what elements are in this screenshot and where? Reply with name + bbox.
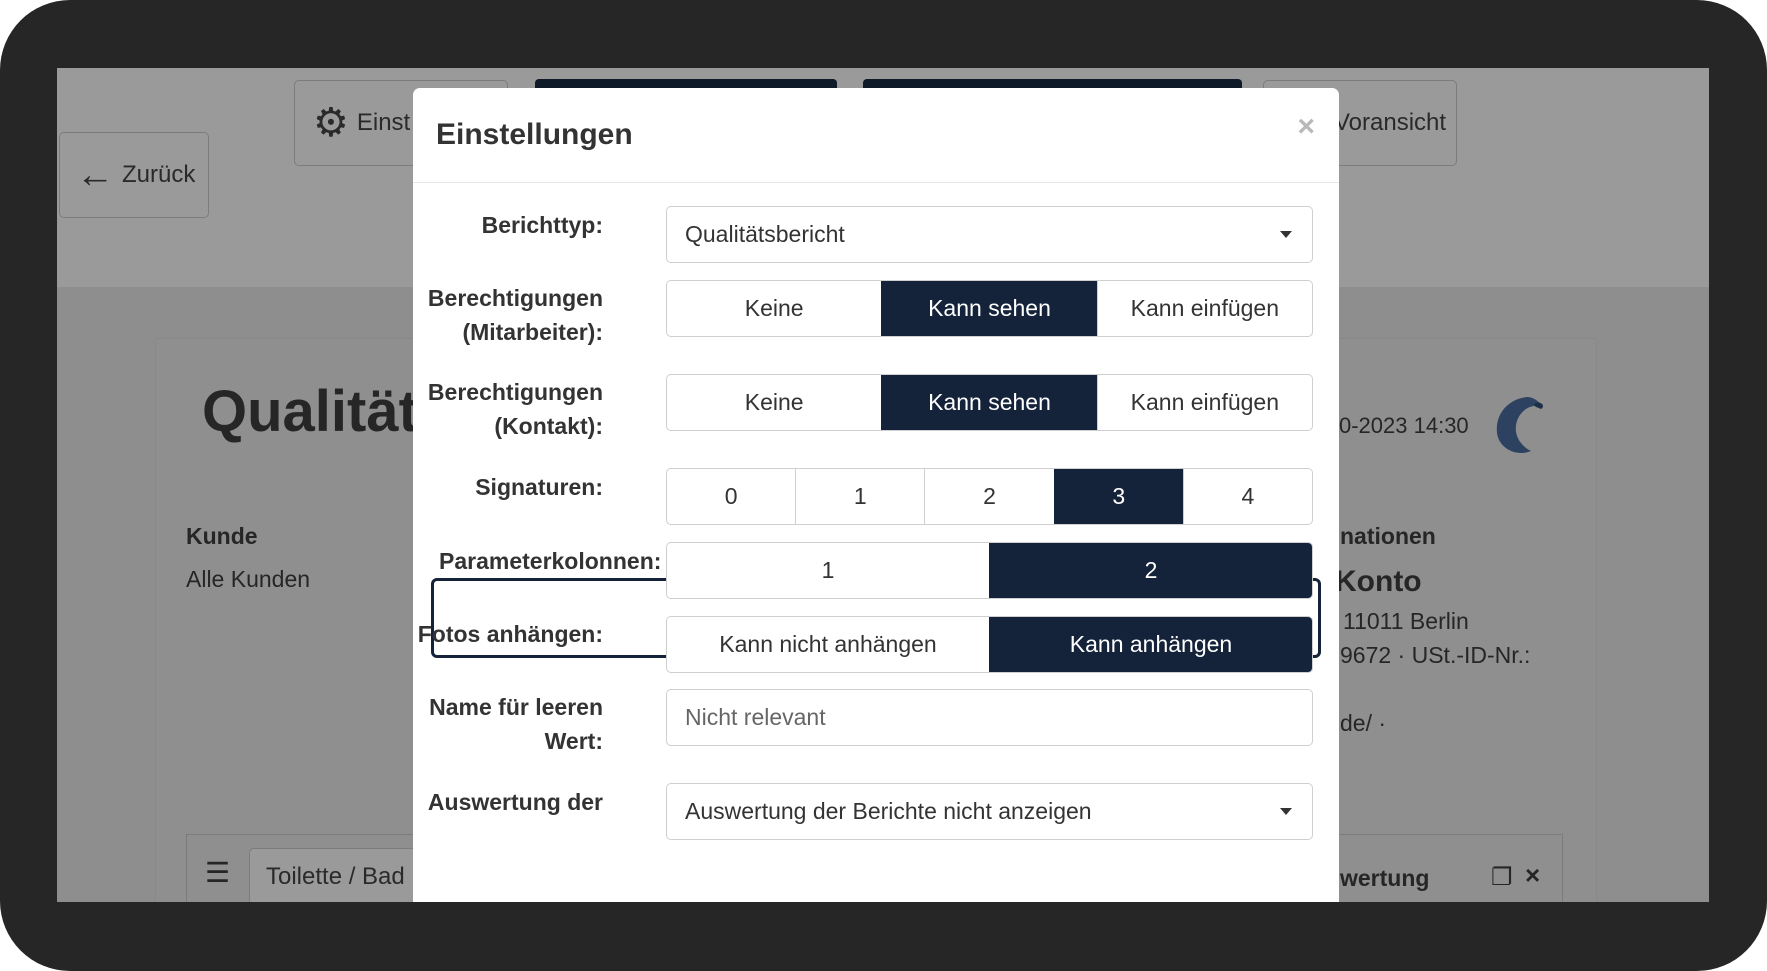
perm-staff-option-none[interactable]: Keine [667,281,881,336]
report-type-value: Qualitätsbericht [685,221,845,247]
report-type-label: Berichttyp: [481,212,603,238]
perm-contact-option-none[interactable]: Keine [667,375,881,430]
row-input-value: Toilette / Bad [266,863,405,890]
company-logo [1487,393,1545,459]
remove-icon[interactable]: × [1525,860,1540,891]
perm-contact-option-insert[interactable]: Kann einfügen [1096,375,1312,430]
modal-header: Einstellungen × [413,88,1339,183]
device-bezel: ← Zurück ⚙ Einst Voransicht Qualitäts 0-… [0,0,1767,971]
evaluation-value: Auswertung der Berichte nicht anzeigen [685,798,1092,824]
param-columns-option-1[interactable]: 1 [667,543,989,598]
photos-segmented: Kann nicht anhängen Kann anhängen [666,616,1313,673]
perm-staff-label-line1: Berechtigungen [427,285,603,311]
screen: ← Zurück ⚙ Einst Voransicht Qualitäts 0-… [57,68,1709,902]
empty-value-placeholder: Nicht relevant [685,704,826,730]
signatures-option-0[interactable]: 0 [667,469,795,524]
gear-icon: ⚙ [313,101,349,145]
param-columns-segmented: 1 2 [666,542,1313,599]
perm-contact-segmented: Keine Kann sehen Kann einfügen [666,374,1313,431]
kunde-label: Kunde [186,523,258,549]
empty-value-label-line1: Name für leeren [429,694,603,720]
signatures-option-1[interactable]: 1 [795,469,924,524]
perm-contact-label: Berechtigungen (Kontakt): [413,375,603,443]
perm-contact-label-line2: (Kontakt): [494,413,603,439]
photos-label: Fotos anhängen: [417,621,603,647]
copy-icon[interactable]: ❐ [1491,863,1513,892]
evaluation-label: Auswertung der [427,789,603,815]
report-date: 0-2023 14:30 [1339,413,1469,438]
drag-handle-icon[interactable]: ☰ [205,856,230,889]
signatures-option-3[interactable]: 3 [1053,469,1183,524]
perm-contact-option-view[interactable]: Kann sehen [881,375,1097,430]
account-name: Konto [1335,565,1422,598]
signatures-segmented: 0 1 2 3 4 [666,468,1313,525]
param-columns-option-2[interactable]: 2 [989,543,1312,598]
company-address: 11011 Berlin [1343,608,1469,634]
photos-option-cannot-attach[interactable]: Kann nicht anhängen [667,617,989,672]
row-input[interactable]: Toilette / Bad [249,848,424,902]
perm-staff-label: Berechtigungen (Mitarbeiter): [413,281,603,349]
chevron-down-icon [1280,808,1292,815]
perm-staff-option-view[interactable]: Kann sehen [881,281,1097,336]
settings-modal: Einstellungen × Berichttyp: Qualitätsber… [413,88,1339,902]
photos-option-can-attach[interactable]: Kann anhängen [989,617,1312,672]
perm-staff-segmented: Keine Kann sehen Kann einfügen [666,280,1313,337]
company-website: de/ · [1340,710,1387,736]
kunde-value: Alle Kunden [186,566,311,592]
signatures-option-4[interactable]: 4 [1182,469,1312,524]
report-type-select[interactable]: Qualitätsbericht [666,206,1313,263]
back-button-label: Zurück [122,161,196,188]
signatures-label: Signaturen: [475,474,603,500]
signatures-option-2[interactable]: 2 [924,469,1053,524]
close-icon[interactable]: × [1297,110,1315,144]
perm-contact-label-line1: Berechtigungen [427,379,603,405]
back-button[interactable]: ← Zurück [59,132,209,218]
perm-staff-option-insert[interactable]: Kann einfügen [1096,281,1312,336]
empty-value-label: Name für leeren Wert: [413,690,603,758]
settings-button-label: Einst [356,109,411,136]
empty-value-label-line2: Wert: [544,728,603,754]
company-tax: 9672 · USt.-ID-Nr.: [1340,642,1531,668]
evaluation-select[interactable]: Auswertung der Berichte nicht anzeigen [666,783,1313,840]
arrow-left-icon: ← [76,154,114,196]
chevron-down-icon [1280,231,1292,238]
empty-value-input[interactable]: Nicht relevant [666,689,1313,746]
param-columns-label: Parameterkolonnen: [439,548,662,574]
perm-staff-label-line2: (Mitarbeiter): [462,319,603,345]
preview-button-label: Voransicht [1334,109,1447,136]
row-right-label: wertung [1340,865,1430,891]
modal-title: Einstellungen [436,118,633,151]
info-heading: nationen [1340,523,1436,549]
